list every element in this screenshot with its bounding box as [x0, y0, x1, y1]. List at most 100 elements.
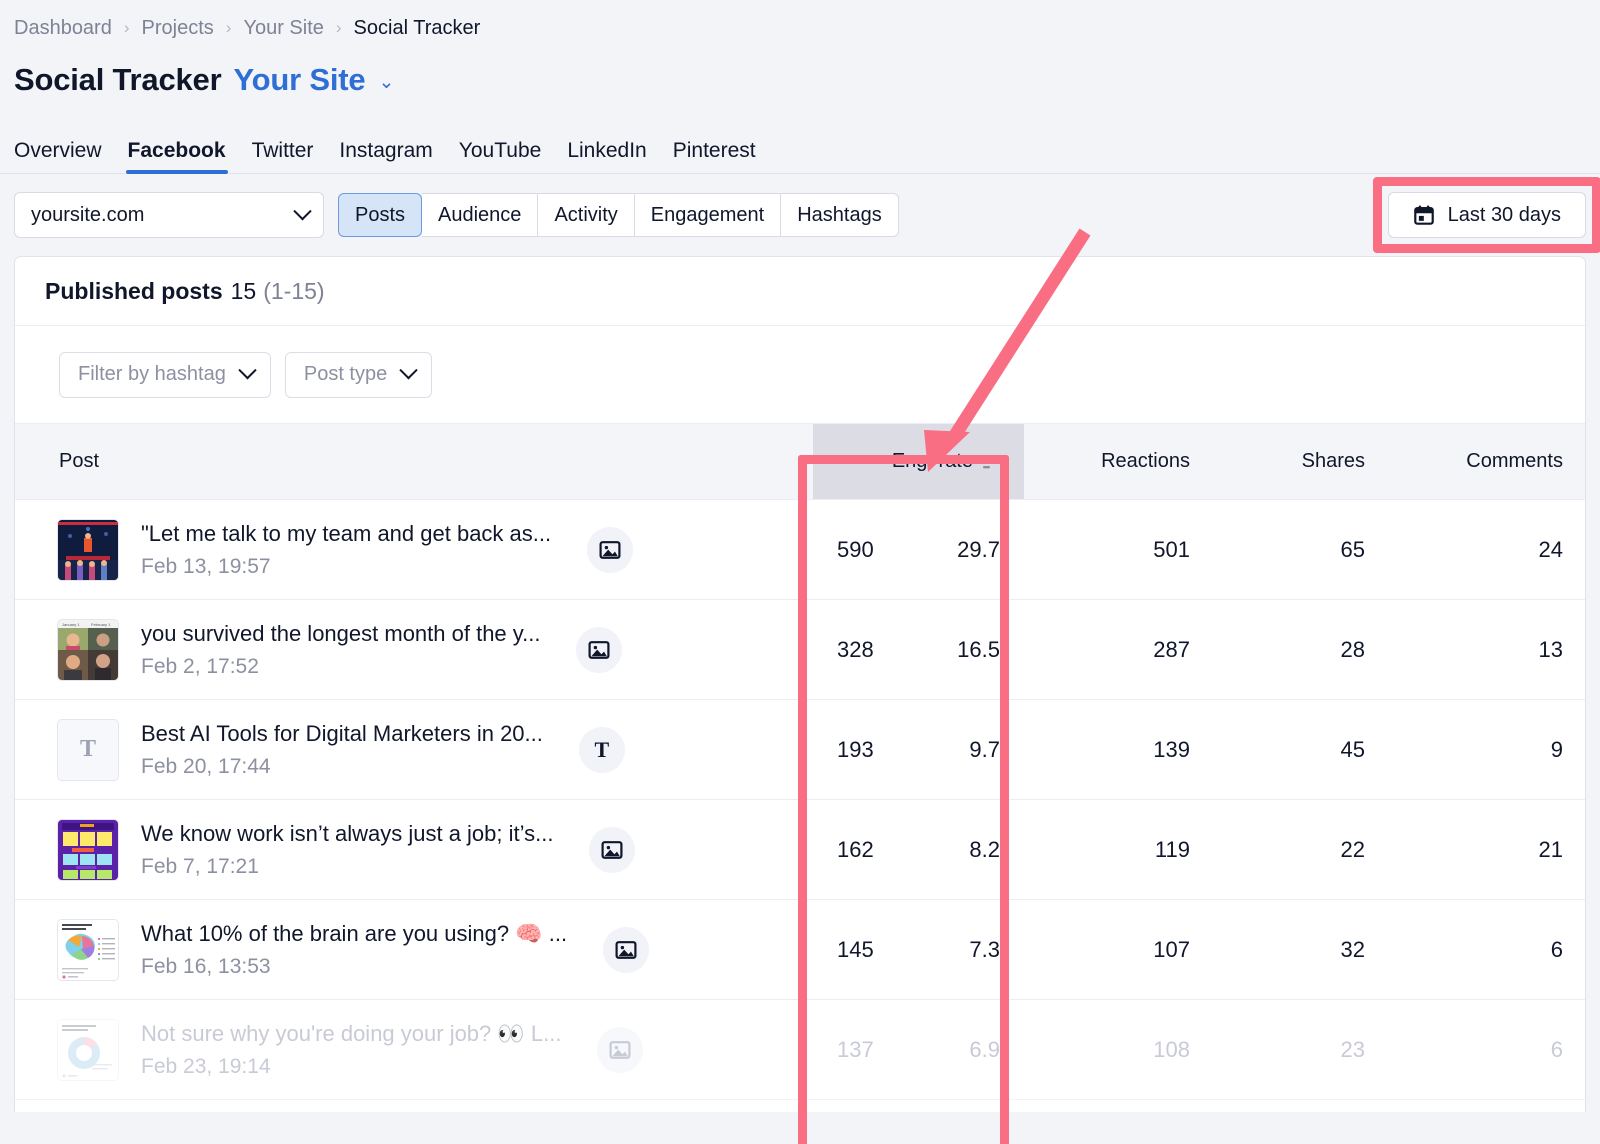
segment-label: Activity	[554, 204, 617, 227]
card-header: Published posts 15 (1-15)	[15, 257, 1585, 326]
segment-posts[interactable]: Posts	[338, 193, 422, 237]
breadcrumb-item-dashboard[interactable]: Dashboard	[14, 17, 112, 40]
column-header-eng-rate[interactable]: Eng. rate	[813, 424, 1024, 500]
sort-descending-icon	[983, 455, 1000, 469]
post-thumbnail	[57, 919, 119, 981]
post-thumbnail	[57, 819, 119, 881]
table-row[interactable]: What 10% of the brain are you using? 🧠 .…	[15, 900, 1586, 1000]
post-type-image-icon	[576, 627, 622, 673]
post-thumbnail: January 1 February 1	[57, 619, 119, 681]
card-count: 15	[231, 278, 257, 305]
site-select[interactable]: yoursite.com	[14, 192, 324, 238]
breadcrumb-item-your-site[interactable]: Your Site	[243, 17, 323, 40]
tab-youtube[interactable]: YouTube	[446, 139, 555, 173]
table-row[interactable]: T Best AI Tools for Digital Marketers in…	[15, 700, 1586, 800]
published-posts-card: Published posts 15 (1-15) Filter by hash…	[14, 256, 1586, 1112]
post-title: What 10% of the brain are you using? 🧠 .…	[141, 920, 567, 948]
post-text: you survived the longest month of the y.…	[141, 620, 540, 680]
column-header-reactions[interactable]: Reactions	[1024, 424, 1214, 500]
post-date: Feb 2, 17:52	[141, 654, 540, 679]
tab-label: Pinterest	[673, 139, 756, 162]
segment-audience[interactable]: Audience	[422, 193, 538, 237]
post-type-image-icon	[589, 827, 635, 873]
hashtag-filter[interactable]: Filter by hashtag	[59, 352, 271, 398]
card-filter-row: Filter by hashtag Post type	[15, 326, 1585, 423]
chevron-down-icon[interactable]: ⌄	[378, 73, 394, 92]
table-row[interactable]: We know work isn’t always just a job; it…	[15, 800, 1586, 900]
reactions-cell: 119	[1024, 800, 1214, 900]
post-type-text-icon: T	[579, 727, 625, 773]
segment-hashtags[interactable]: Hashtags	[781, 193, 899, 237]
reactions-cell: 139	[1024, 700, 1214, 800]
table-header: Post Engagement Eng. rate Reactions Shar…	[15, 424, 1586, 500]
post-thumbnail	[57, 1019, 119, 1081]
post-title: We know work isn’t always just a job; it…	[141, 820, 553, 848]
post-type-image-icon	[603, 927, 649, 973]
column-header-shares[interactable]: Shares	[1214, 424, 1389, 500]
column-header-post[interactable]: Post	[15, 424, 813, 500]
shares-cell: 45	[1214, 700, 1389, 800]
shares-cell: 23	[1214, 1000, 1389, 1100]
comments-cell: 6	[1389, 900, 1586, 1000]
column-header-label: Eng. rate	[892, 450, 973, 473]
card-range: (1-15)	[263, 278, 324, 305]
date-range-label: Last 30 days	[1448, 204, 1561, 227]
card-title: Published posts	[45, 278, 223, 305]
post-type-filter-label: Post type	[304, 363, 387, 386]
breadcrumb-item-projects[interactable]: Projects	[142, 17, 214, 40]
post-type-image-icon	[587, 527, 633, 573]
post-cell: T Best AI Tools for Digital Marketers in…	[15, 700, 813, 800]
post-date: Feb 23, 19:14	[141, 1054, 561, 1079]
post-text: Best AI Tools for Digital Marketers in 2…	[141, 720, 543, 780]
tab-label: Twitter	[252, 139, 314, 162]
post-text: We know work isn’t always just a job; it…	[141, 820, 553, 880]
post-thumbnail	[57, 519, 119, 581]
shares-cell: 65	[1214, 500, 1389, 600]
network-tabs: Overview Facebook Twitter Instagram YouT…	[0, 128, 1600, 174]
table-row[interactable]: "Let me talk to my team and get back as.…	[15, 500, 1586, 600]
table-row[interactable]: January 1 February 1	[15, 600, 1586, 700]
tab-label: Instagram	[339, 139, 432, 162]
table-header-row: Post Engagement Eng. rate Reactions Shar…	[15, 424, 1586, 500]
project-selector-label[interactable]: Your Site	[233, 62, 365, 98]
chevron-down-icon	[400, 361, 418, 379]
filter-bar: yoursite.com Posts Audience Activity Eng…	[0, 174, 1600, 256]
breadcrumb-item-social-tracker: Social Tracker	[354, 17, 481, 40]
site-select-value: yoursite.com	[31, 204, 144, 227]
post-date: Feb 20, 17:44	[141, 754, 543, 779]
reactions-cell: 108	[1024, 1000, 1214, 1100]
tab-linkedin[interactable]: LinkedIn	[554, 139, 659, 173]
tab-twitter[interactable]: Twitter	[239, 139, 327, 173]
segment-label: Posts	[355, 204, 405, 227]
page-title: Social Tracker	[14, 62, 221, 98]
comments-cell: 24	[1389, 500, 1586, 600]
post-date: Feb 16, 13:53	[141, 954, 567, 979]
post-text: "Let me talk to my team and get back as.…	[141, 520, 551, 580]
tab-overview[interactable]: Overview	[14, 139, 115, 173]
post-title: Not sure why you're doing your job? 👀 L.…	[141, 1020, 561, 1048]
tab-label: Overview	[14, 139, 102, 162]
post-title: "Let me talk to my team and get back as.…	[141, 520, 551, 548]
svg-text:January 1: January 1	[62, 622, 80, 627]
tab-instagram[interactable]: Instagram	[326, 139, 445, 173]
tab-label: YouTube	[459, 139, 542, 162]
breadcrumb: Dashboard › Projects › Your Site › Socia…	[0, 0, 1600, 44]
calendar-icon	[1413, 204, 1435, 226]
post-type-filter[interactable]: Post type	[285, 352, 432, 398]
segment-engagement[interactable]: Engagement	[635, 193, 781, 237]
comments-cell: 9	[1389, 700, 1586, 800]
comments-cell: 21	[1389, 800, 1586, 900]
segment-label: Audience	[438, 204, 521, 227]
segment-activity[interactable]: Activity	[538, 193, 634, 237]
tab-pinterest[interactable]: Pinterest	[660, 139, 769, 173]
date-range-wrapper: Last 30 days	[1388, 192, 1586, 238]
chevron-down-icon	[293, 202, 311, 220]
post-date: Feb 13, 19:57	[141, 554, 551, 579]
tab-facebook[interactable]: Facebook	[115, 139, 239, 173]
date-range-button[interactable]: Last 30 days	[1388, 192, 1586, 238]
table-row[interactable]: Not sure why you're doing your job? 👀 L.…	[15, 1000, 1586, 1100]
hashtag-filter-label: Filter by hashtag	[78, 363, 226, 386]
page-title-row: Social Tracker Your Site ⌄	[0, 44, 1600, 102]
shares-cell: 28	[1214, 600, 1389, 700]
column-header-comments[interactable]: Comments	[1389, 424, 1586, 500]
